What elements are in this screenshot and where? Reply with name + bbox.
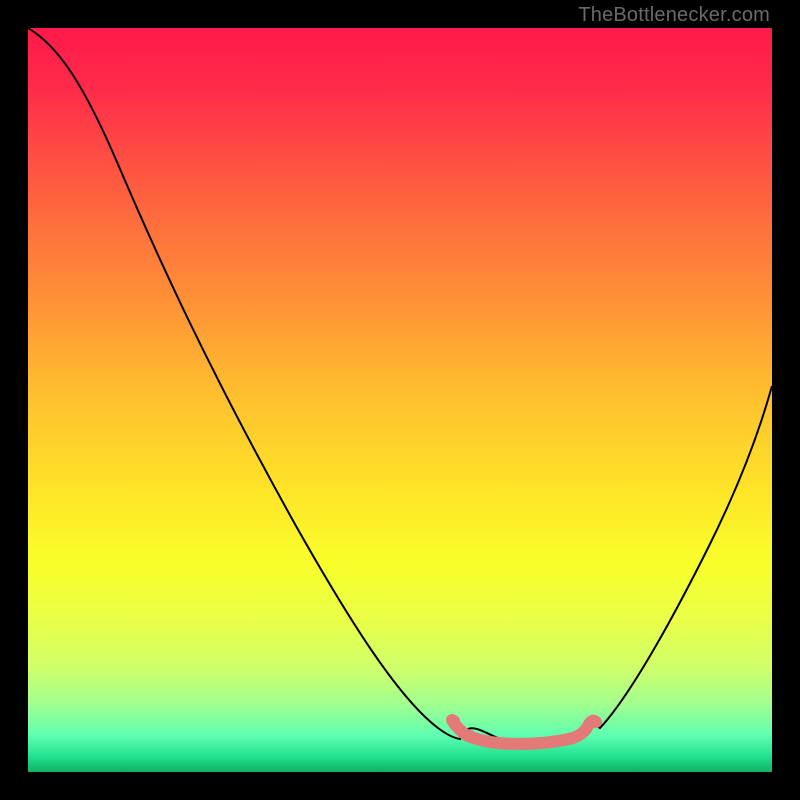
plot-area xyxy=(28,28,772,772)
optimal-dot-left xyxy=(448,715,460,727)
curve-layer xyxy=(28,28,772,772)
bottleneck-curve xyxy=(28,28,772,742)
optimal-dot-mid xyxy=(464,730,476,742)
watermark-text: TheBottlenecker.com xyxy=(578,4,770,27)
chart-frame: TheBottlenecker.com xyxy=(0,0,800,800)
